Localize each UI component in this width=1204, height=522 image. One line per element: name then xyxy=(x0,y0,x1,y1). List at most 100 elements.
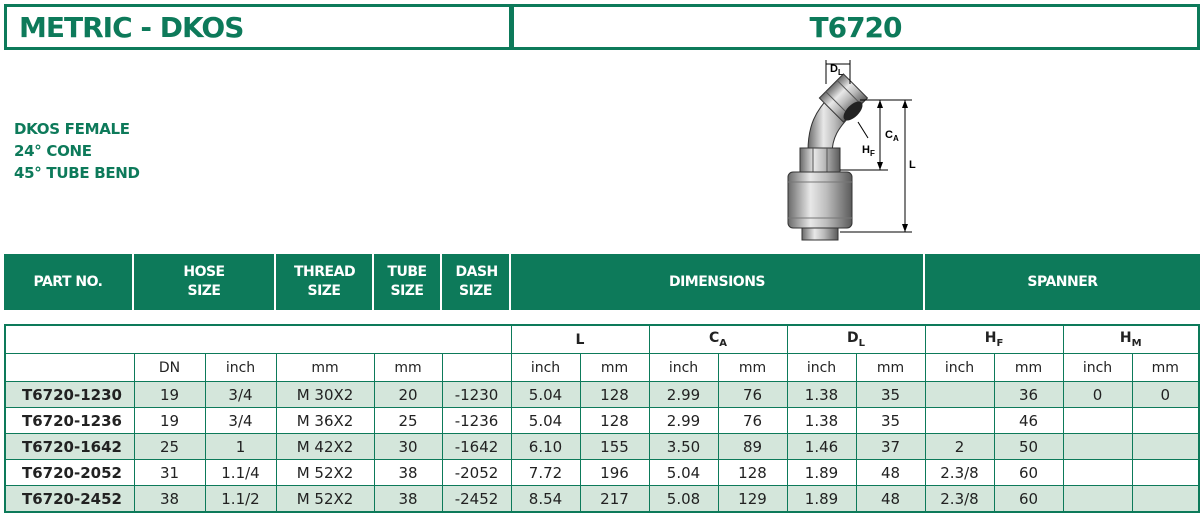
table-cell: 0 xyxy=(1062,381,1133,408)
table-cell: 196 xyxy=(579,459,650,486)
table-cell: 2.99 xyxy=(648,407,719,434)
unit-cell: mm xyxy=(1131,353,1200,382)
description-line-2: 24° CONE xyxy=(14,142,92,160)
table-body: T6720-1230 19 3/4 M 30X2 20 -1230 5.04 128 2.99 7… xyxy=(4,381,1200,513)
group-ca: CA xyxy=(648,324,788,354)
ferrule-end-shape xyxy=(801,227,839,241)
header-dash-size: DASH SIZE xyxy=(440,254,510,310)
table-cell: -1642 xyxy=(441,433,512,460)
group-hm: HM xyxy=(1062,324,1200,354)
table-cell: 1.38 xyxy=(786,407,857,434)
unit-cell: mm xyxy=(717,353,788,382)
dimensions-table: L CA DL HF HM DN inch mm mm inch mm inch mm inch… xyxy=(4,324,1200,513)
table-cell: 2.99 xyxy=(648,381,719,408)
unit-cell-blank xyxy=(4,353,135,382)
table-row: T6720-1230 19 3/4 M 30X2 20 -1230 5.04 128 2.99 7… xyxy=(4,381,1200,408)
table-cell xyxy=(1062,433,1133,460)
table-cell: 5.04 xyxy=(648,459,719,486)
table-cell xyxy=(1131,485,1200,513)
table-cell: 35 xyxy=(855,381,926,408)
unit-cell: inch xyxy=(204,353,277,382)
table-cell xyxy=(924,381,995,408)
group-dl: DL xyxy=(786,324,926,354)
group-hf-label: H xyxy=(984,330,997,346)
unit-row: DN inch mm mm inch mm inch mm inch mm inch mm inch mm xyxy=(4,353,1200,382)
table-cell: 8.54 xyxy=(510,485,581,513)
table-cell: 20 xyxy=(373,381,443,408)
table-cell: 1.46 xyxy=(786,433,857,460)
table-cell: 60 xyxy=(993,459,1064,486)
table-cell: 3.50 xyxy=(648,433,719,460)
table-cell: 3/4 xyxy=(204,381,277,408)
table-cell: 30 xyxy=(373,433,443,460)
unit-cell: DN xyxy=(133,353,206,382)
table-cell xyxy=(1062,407,1133,434)
table-cell: 48 xyxy=(855,459,926,486)
unit-cell: inch xyxy=(510,353,581,382)
unit-cell: inch xyxy=(648,353,719,382)
group-ca-sub: A xyxy=(719,338,728,349)
table-row: T6720-2452 38 1.1/2 M 52X2 38 -2452 8.54 217 5.0… xyxy=(4,485,1200,513)
table-cell: 2.3/8 xyxy=(924,485,995,513)
fitting-description: DKOS FEMALE 24° CONE 45° TUBE BEND xyxy=(14,118,140,184)
table-cell: 31 xyxy=(133,459,206,486)
series-title: METRIC - DKOS xyxy=(19,10,244,44)
table-cell: 155 xyxy=(579,433,650,460)
l-label: L xyxy=(909,159,916,171)
header-tube-size: TUBE SIZE xyxy=(372,254,441,310)
table-cell: M 52X2 xyxy=(275,485,375,513)
table-cell: -1236 xyxy=(441,407,512,434)
table-cell: 1 xyxy=(204,433,277,460)
hf-leader-line xyxy=(857,121,869,139)
part-number-cell: T6720-1642 xyxy=(4,433,135,460)
table-row: T6720-1236 19 3/4 M 36X2 25 -1236 5.04 128 2.99 7… xyxy=(4,407,1200,434)
group-hm-label: H xyxy=(1119,330,1132,346)
table-cell: 36 xyxy=(993,381,1064,408)
table-cell xyxy=(924,407,995,434)
group-hf: HF xyxy=(924,324,1064,354)
part-number-cell: T6720-1236 xyxy=(4,407,135,434)
table-row: T6720-1642 25 1 M 42X2 30 -1642 6.10 155 3.50 89 1… xyxy=(4,433,1200,460)
group-blank xyxy=(4,324,512,354)
header-hose-size: HOSE SIZE xyxy=(132,254,275,310)
header-part-no: PART NO. xyxy=(4,254,133,310)
table-cell: 2.3/8 xyxy=(924,459,995,486)
description-line-1: DKOS FEMALE xyxy=(14,120,130,138)
table-cell xyxy=(1131,407,1200,434)
part-number-cell: T6720-2052 xyxy=(4,459,135,486)
table-cell: 1.89 xyxy=(786,485,857,513)
table-cell: 25 xyxy=(133,433,206,460)
ca-arrow-bottom xyxy=(877,162,883,170)
header-hose-size-label: HOSE SIZE xyxy=(183,264,225,299)
header-tube-size-label: TUBE SIZE xyxy=(387,264,427,299)
column-header-band: PART NO. HOSE SIZE THREAD SIZE TUBE SIZE… xyxy=(4,254,1200,310)
table-cell xyxy=(1131,433,1200,460)
unit-cell: mm xyxy=(855,353,926,382)
header-thread-size-label: THREAD SIZE xyxy=(294,264,356,299)
table-cell: M 30X2 xyxy=(275,381,375,408)
table-cell: 7.72 xyxy=(510,459,581,486)
table-cell: 129 xyxy=(717,485,788,513)
l-arrow-top xyxy=(902,100,908,108)
table-cell xyxy=(1131,459,1200,486)
table-cell: M 42X2 xyxy=(275,433,375,460)
part-code: T6720 xyxy=(809,10,902,44)
unit-cell: mm xyxy=(579,353,650,382)
table-cell: -2052 xyxy=(441,459,512,486)
table-cell: 5.04 xyxy=(510,381,581,408)
table-row: T6720-2052 31 1.1/4 M 52X2 38 -2052 7.72 196 5.0… xyxy=(4,459,1200,486)
table-cell: 1.1/4 xyxy=(204,459,277,486)
dl-label: DL xyxy=(830,63,843,77)
table-cell: 128 xyxy=(717,459,788,486)
unit-cell: inch xyxy=(1062,353,1133,382)
table-cell: 25 xyxy=(373,407,443,434)
group-hm-sub: M xyxy=(1131,338,1142,349)
table-cell: 76 xyxy=(717,407,788,434)
table-cell: 5.04 xyxy=(510,407,581,434)
ferrule-shape xyxy=(787,171,853,229)
part-number-cell: T6720-1230 xyxy=(4,381,135,408)
table-cell: 50 xyxy=(993,433,1064,460)
group-hf-sub: F xyxy=(996,338,1004,349)
table-cell: 37 xyxy=(855,433,926,460)
group-ca-label: C xyxy=(708,330,720,346)
